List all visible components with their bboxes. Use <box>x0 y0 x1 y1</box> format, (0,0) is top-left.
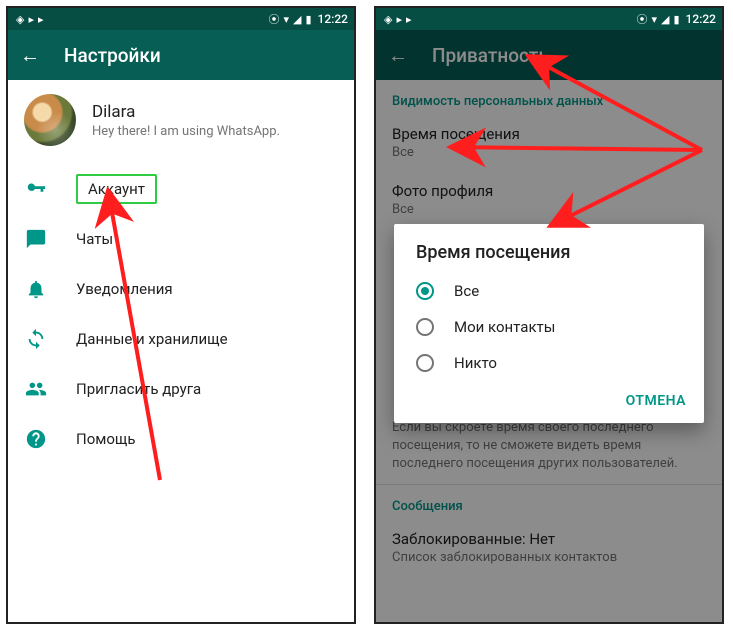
radio-option[interactable]: Все <box>394 273 704 309</box>
battery-icon: ▮ <box>673 13 679 26</box>
settings-item-label: Чаты <box>76 230 113 248</box>
status-icon: ◈ <box>16 13 24 26</box>
last-seen-dialog: Время посещения Все Мои контакты Никто ОТМ… <box>394 224 704 423</box>
status-icon: ▸ <box>28 13 34 26</box>
pref-last-seen[interactable]: Время посещения Все <box>376 115 722 172</box>
people-icon <box>24 377 48 401</box>
profile-name: Dilara <box>92 102 280 122</box>
phone-left: ◈ ▸ ▸ ⦿ ▾ ◢ ▮ 12:22 ← Настройки Dilara H… <box>6 6 356 624</box>
pref-profile-photo[interactable]: Фото профиля Все <box>376 172 722 229</box>
settings-item-label: Данные и хранилище <box>76 330 228 348</box>
dialog-title: Время посещения <box>394 242 704 273</box>
status-bar: ◈ ▸ ▸ ⦿ ▾ ◢ ▮ 12:22 <box>376 8 722 30</box>
pref-blocked[interactable]: Заблокированные: Нет Список заблокирован… <box>376 520 722 577</box>
settings-item-label: Помощь <box>76 430 136 448</box>
radio-icon <box>416 318 434 336</box>
settings-item-notif[interactable]: Уведомления <box>8 264 354 314</box>
key-icon <box>24 177 48 201</box>
settings-item-invite[interactable]: Пригласить друга <box>8 364 354 414</box>
wifi-icon: ▾ <box>283 13 289 26</box>
back-icon[interactable]: ← <box>20 43 40 68</box>
phone-right: ◈ ▸ ▸ ⦿ ▾ ◢ ▮ 12:22 ← Приватность Видимо… <box>374 6 724 624</box>
status-icon: ▸ <box>406 13 412 26</box>
profile-status: Hey there! I am using WhatsApp. <box>92 124 280 139</box>
section-header: Сообщения <box>376 485 722 520</box>
status-icon: ▸ <box>38 13 44 26</box>
radio-icon <box>416 282 434 300</box>
clock: 12:22 <box>318 12 348 26</box>
settings-item-account[interactable]: Аккаунт <box>8 164 354 214</box>
appbar: ← Приватность <box>376 30 722 80</box>
radio-label: Мои контакты <box>454 318 555 336</box>
appbar: ← Настройки <box>8 30 354 80</box>
gps-icon: ⦿ <box>268 11 279 27</box>
status-bar: ◈ ▸ ▸ ⦿ ▾ ◢ ▮ 12:22 <box>8 8 354 30</box>
appbar-title: Приватность <box>432 44 549 67</box>
signal-icon: ◢ <box>661 13 669 26</box>
profile-row[interactable]: Dilara Hey there! I am using WhatsApp. <box>8 80 354 160</box>
radio-icon <box>416 354 434 372</box>
avatar <box>24 94 76 146</box>
cancel-button[interactable]: ОТМЕНА <box>626 393 686 409</box>
sync-icon <box>24 327 48 351</box>
section-header: Видимость персональных данных <box>376 80 722 115</box>
radio-label: Никто <box>454 354 497 372</box>
bell-icon <box>24 277 48 301</box>
radio-option[interactable]: Мои контакты <box>394 309 704 345</box>
status-icon: ▸ <box>396 13 402 26</box>
clock: 12:22 <box>686 12 716 26</box>
battery-icon: ▮ <box>305 13 311 26</box>
settings-item-label: Пригласить друга <box>76 380 201 398</box>
chat-icon <box>24 227 48 251</box>
settings-item-label: Уведомления <box>76 280 173 298</box>
settings-item-data[interactable]: Данные и хранилище <box>8 314 354 364</box>
radio-label: Все <box>454 282 479 300</box>
settings-item-help[interactable]: Помощь <box>8 414 354 464</box>
settings-list: Аккаунт Чаты Уведомления Данные и хранилище… <box>8 160 354 468</box>
help-icon <box>24 427 48 451</box>
settings-item-chats[interactable]: Чаты <box>8 214 354 264</box>
signal-icon: ◢ <box>293 13 301 26</box>
wifi-icon: ▾ <box>651 13 657 26</box>
back-icon[interactable]: ← <box>388 43 408 68</box>
appbar-title: Настройки <box>64 44 161 67</box>
settings-item-label: Аккаунт <box>76 174 157 204</box>
status-icon: ◈ <box>384 13 392 26</box>
radio-option[interactable]: Никто <box>394 345 704 381</box>
gps-icon: ⦿ <box>636 11 647 27</box>
